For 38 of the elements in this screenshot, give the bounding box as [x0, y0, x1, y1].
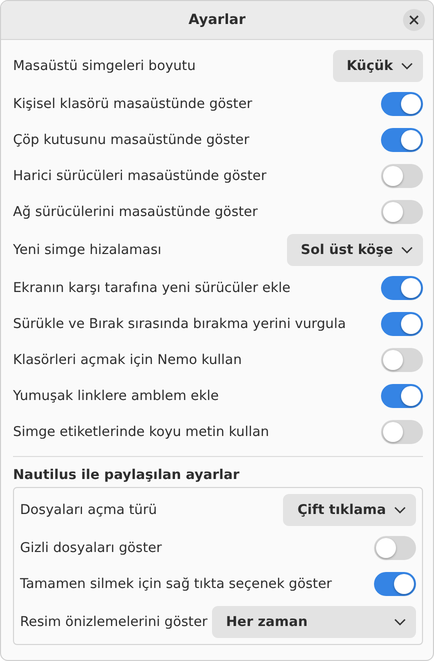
dropdown-button[interactable]: Her zaman — [212, 606, 416, 638]
toggle-switch[interactable] — [381, 200, 423, 224]
setting-label: Kişisel klasörü masaüstünde göster — [13, 96, 252, 112]
toggle-switch[interactable] — [381, 128, 423, 152]
setting-label: Masaüstü simgeleri boyutu — [13, 58, 196, 74]
setting-label: Klasörleri açmak için Nemo kullan — [13, 352, 242, 368]
toggle-switch[interactable] — [381, 384, 423, 408]
toggle-switch[interactable] — [374, 536, 416, 560]
toggle-switch[interactable] — [381, 420, 423, 444]
setting-label: Yumuşak linklere amblem ekle — [13, 388, 219, 404]
dropdown-button[interactable]: Sol üst köşe — [286, 234, 423, 266]
section-title: Nautilus ile paylaşılan ayarlar — [13, 467, 240, 483]
setting-label: Resim önizlemelerini göster — [20, 614, 208, 630]
dropdown-button[interactable]: Çift tıklama — [283, 494, 416, 526]
toggle-switch[interactable] — [381, 276, 423, 300]
close-icon — [409, 15, 419, 25]
toggle-switch[interactable] — [381, 348, 423, 372]
setting-label: Gizli dosyaları göster — [20, 540, 162, 556]
dropdown-button[interactable]: Küçük — [332, 50, 423, 82]
setting-label: Harici sürücüleri masaüstünde göster — [13, 168, 266, 184]
setting-label: Ekranın karşı tarafına yeni sürücüler ekle — [13, 280, 290, 296]
window-title: Ayarlar — [188, 12, 246, 28]
setting-label: Dosyaları açma türü — [20, 502, 157, 518]
toggle-switch[interactable] — [381, 92, 423, 116]
toggle-switch[interactable] — [381, 164, 423, 188]
toggle-switch[interactable] — [374, 572, 416, 596]
toggle-switch[interactable] — [381, 312, 423, 336]
chevron-icon — [394, 618, 406, 626]
setting-label: Yeni simge hizalaması — [13, 242, 162, 258]
chevron-icon — [401, 62, 413, 70]
setting-label: Ağ sürücülerini masaüstünde göster — [13, 204, 258, 220]
close-button[interactable] — [403, 9, 425, 31]
setting-label: Çöp kutusunu masaüstünde göster — [13, 132, 250, 148]
setting-label: Tamamen silmek için sağ tıkta seçenek göster — [20, 576, 332, 592]
setting-label: Simge etiketlerinde koyu metin kullan — [13, 424, 270, 440]
chevron-icon — [394, 506, 406, 514]
chevron-icon — [401, 246, 413, 254]
setting-label: Sürükle ve Bırak sırasında bırakma yerini vurgula — [13, 316, 346, 332]
